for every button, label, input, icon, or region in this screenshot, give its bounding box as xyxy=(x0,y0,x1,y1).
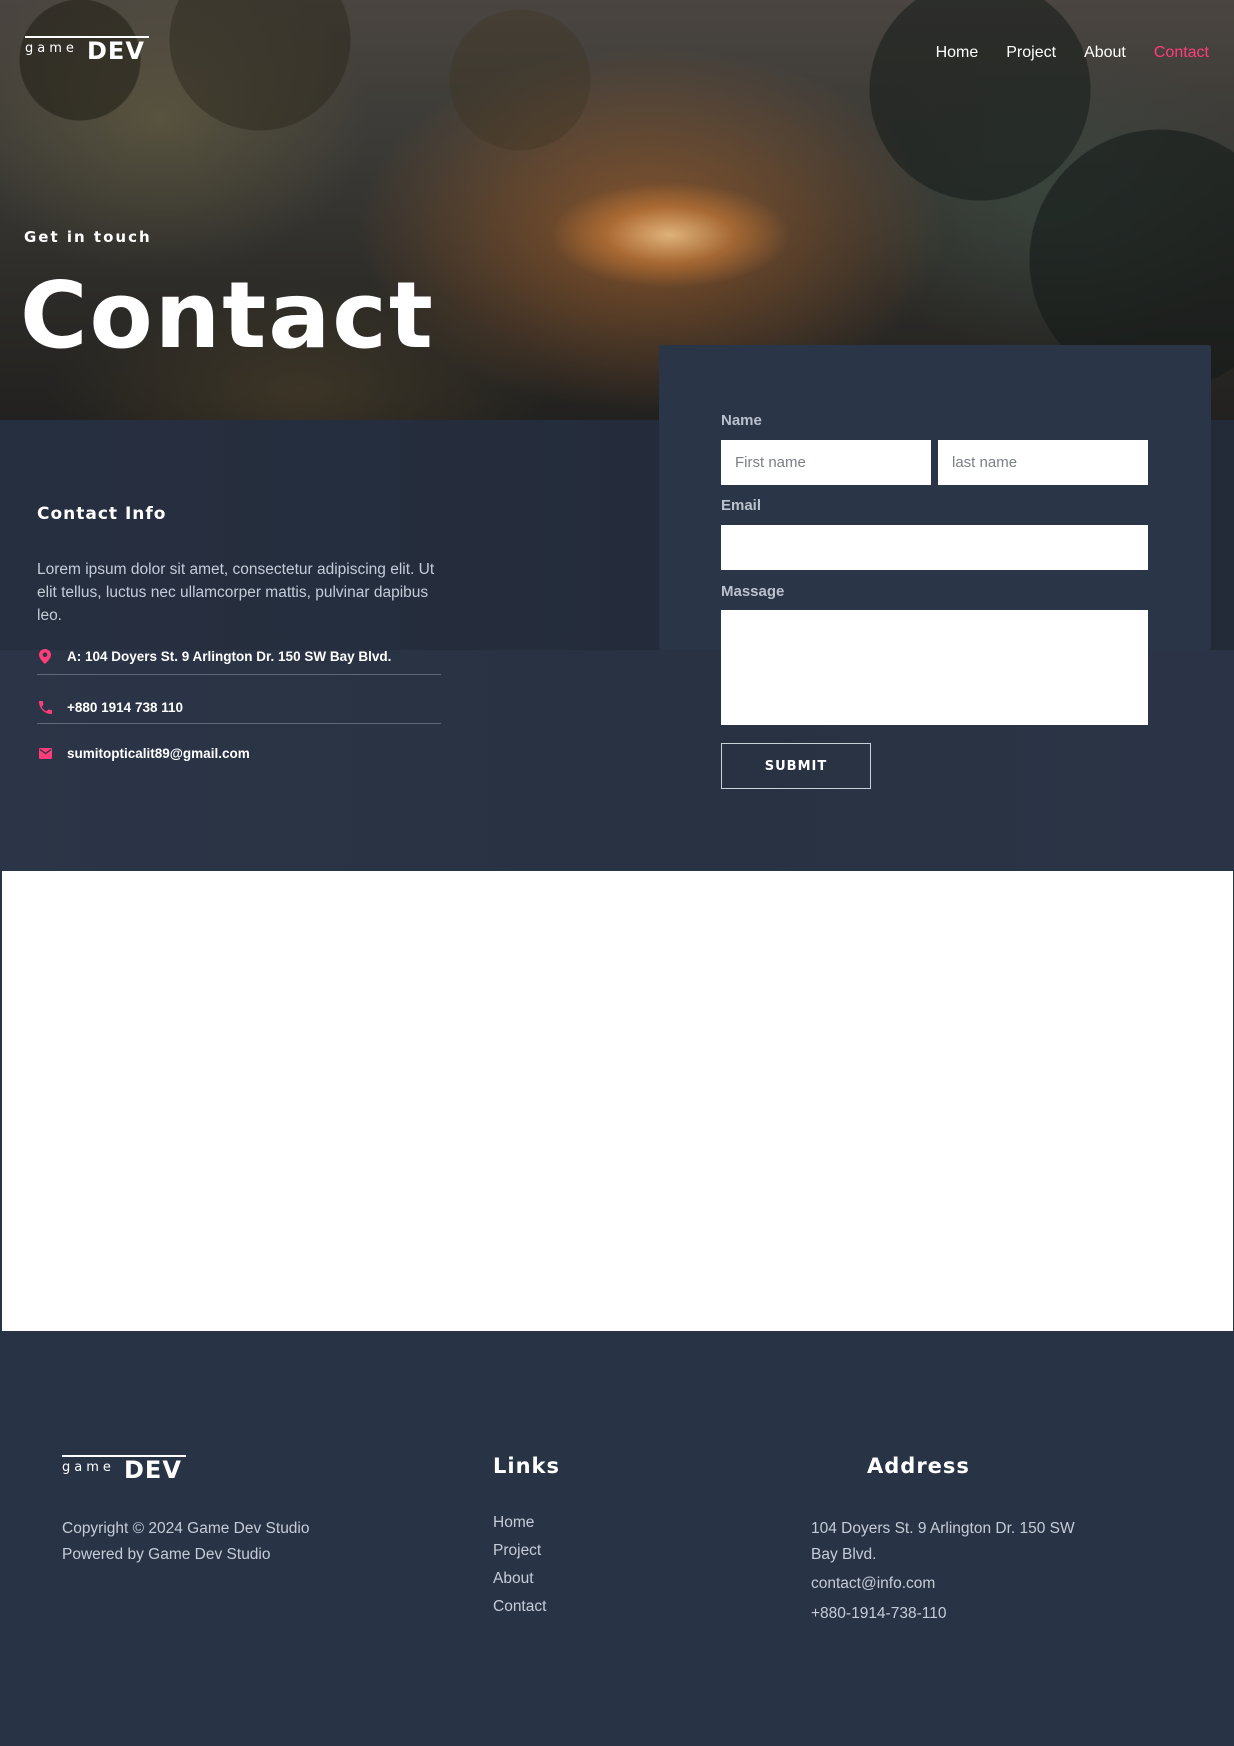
last-name-input[interactable] xyxy=(938,440,1148,485)
nav-item-project[interactable]: Project xyxy=(1006,44,1056,62)
divider xyxy=(37,674,441,675)
footer-copyright-block: Copyright © 2024 Game Dev Studio Powered… xyxy=(62,1516,310,1568)
footer-address: 104 Doyers St. 9 Arlington Dr. 150 SW Ba… xyxy=(811,1520,1075,1563)
footer-email: contact@info.com xyxy=(811,1575,936,1592)
footer-link-contact[interactable]: Contact xyxy=(493,1598,546,1615)
map-pin-icon xyxy=(37,648,53,664)
contact-email-row: sumitopticalit89@gmail.com xyxy=(37,745,250,761)
submit-button[interactable]: SUBMIT xyxy=(721,743,871,789)
message-label: Massage xyxy=(721,583,785,600)
contact-phone-row: +880 1914 738 110 xyxy=(37,699,183,715)
main-nav: Home Project About Contact xyxy=(936,44,1209,62)
map-embed[interactable] xyxy=(2,871,1233,1331)
contact-address-row: A: 104 Doyers St. 9 Arlington Dr. 150 SW… xyxy=(37,648,391,664)
hero-kicker: Get in touch xyxy=(24,228,152,246)
phone-icon xyxy=(37,699,53,715)
footer-copyright: Copyright © 2024 Game Dev Studio xyxy=(62,1520,310,1537)
nav-item-contact[interactable]: Contact xyxy=(1154,44,1209,62)
message-textarea[interactable] xyxy=(721,610,1148,725)
contact-info-heading: Contact Info xyxy=(37,504,167,524)
site-logo[interactable]: game DEV xyxy=(25,36,150,66)
footer-phone: +880-1914-738-110 xyxy=(811,1605,947,1622)
first-name-input[interactable] xyxy=(721,440,931,485)
contact-email-text: sumitopticalit89@gmail.com xyxy=(67,745,250,761)
name-label: Name xyxy=(721,412,762,429)
nav-item-about[interactable]: About xyxy=(1084,44,1126,62)
mail-icon xyxy=(37,745,53,761)
page-title: Contact xyxy=(20,262,435,369)
footer-address-heading: Address xyxy=(867,1454,970,1478)
divider xyxy=(37,723,441,724)
contact-address-text: A: 104 Doyers St. 9 Arlington Dr. 150 SW… xyxy=(67,648,392,664)
footer-powered-by: Powered by Game Dev Studio xyxy=(62,1546,271,1563)
footer-links-list: Home Project About Contact xyxy=(493,1514,546,1626)
nav-item-home[interactable]: Home xyxy=(936,44,979,62)
footer-logo[interactable]: game DEV xyxy=(62,1455,187,1485)
contact-phone-text: +880 1914 738 110 xyxy=(67,699,183,715)
footer-link-home[interactable]: Home xyxy=(493,1514,534,1531)
logo-big-text: DEV xyxy=(87,37,145,65)
logo-small-text: game xyxy=(62,1460,115,1475)
footer-link-project[interactable]: Project xyxy=(493,1542,541,1559)
contact-info-block: Contact Info Lorem ipsum dolor sit amet,… xyxy=(37,504,441,627)
email-field[interactable] xyxy=(721,525,1148,570)
email-label: Email xyxy=(721,497,762,514)
logo-small-text: game xyxy=(25,41,78,56)
footer-links-heading: Links xyxy=(493,1454,560,1478)
contact-info-description: Lorem ipsum dolor sit amet, consectetur … xyxy=(37,561,435,624)
footer-link-about[interactable]: About xyxy=(493,1570,534,1587)
logo-big-text: DEV xyxy=(124,1456,182,1484)
